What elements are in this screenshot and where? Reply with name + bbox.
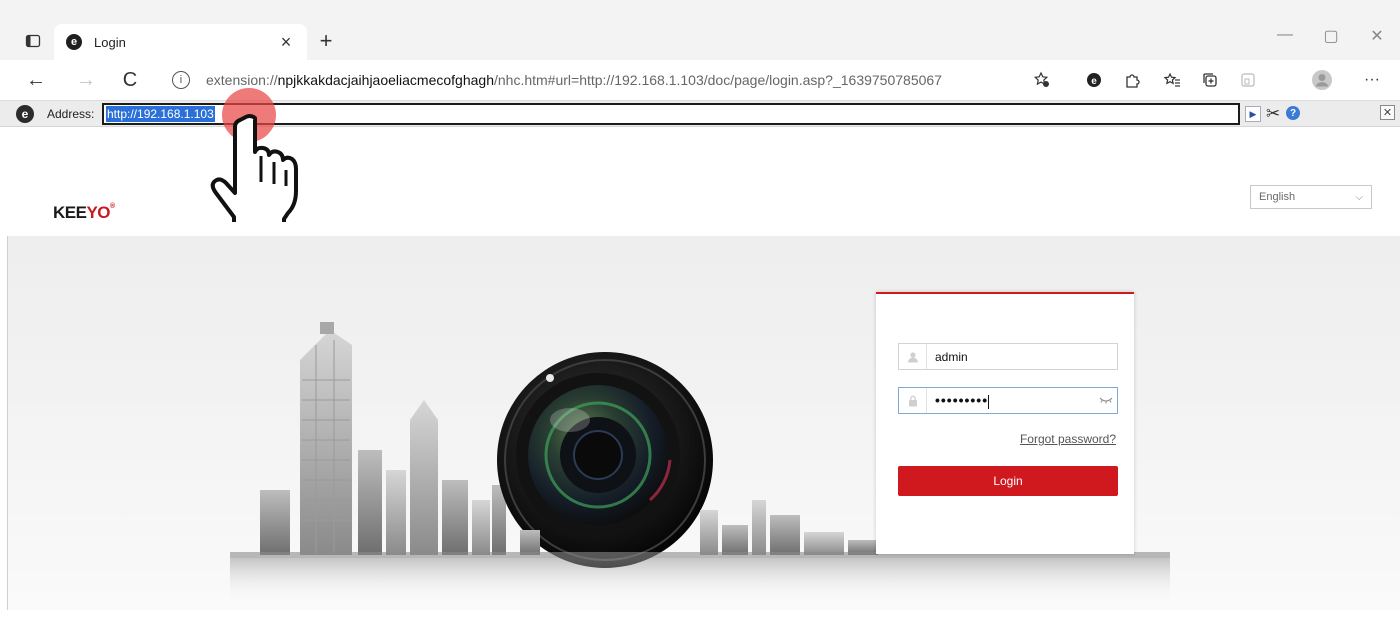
ietab-help-icon[interactable]: ? (1286, 106, 1300, 120)
maximize-button[interactable]: ▢ (1316, 26, 1346, 46)
browser-title-bar: e Login × + — ▢ ✕ (0, 0, 1400, 60)
extensions-icon[interactable] (1120, 68, 1144, 92)
ietab-favicon-icon: e (66, 34, 82, 50)
ietab-address-label: Address: (47, 107, 95, 121)
read-aloud-icon[interactable] (1236, 68, 1260, 92)
forward-button[interactable]: → (72, 66, 100, 94)
more-menu-button[interactable]: ··· (1360, 68, 1384, 92)
site-info-icon[interactable]: i (172, 71, 190, 89)
hand-pointer-icon (210, 114, 298, 222)
show-password-icon[interactable] (1095, 395, 1117, 407)
profile-avatar[interactable] (1310, 68, 1334, 92)
language-select[interactable]: English ⌵ (1250, 185, 1372, 209)
svg-text:e: e (1091, 76, 1097, 87)
password-value[interactable]: ••••••••• (927, 392, 1095, 409)
navigation-bar: ← → C i extension://npjkkakdacjaihjaoeli… (0, 60, 1400, 100)
refresh-button[interactable]: C (116, 66, 144, 94)
forgot-password-link[interactable]: Forgot password? (1020, 432, 1116, 446)
username-value[interactable]: admin (927, 350, 1117, 364)
user-icon (899, 344, 927, 369)
tab-close-icon[interactable]: × (275, 32, 297, 53)
tab-title: Login (94, 34, 126, 50)
favorites-icon[interactable] (1160, 68, 1184, 92)
back-button[interactable]: ← (22, 66, 50, 94)
page-bottom-strip (0, 610, 1400, 619)
ietab-close-button[interactable]: ✕ (1380, 105, 1395, 120)
minimize-button[interactable]: — (1270, 26, 1300, 44)
tab-actions-icon[interactable] (22, 30, 44, 52)
ietab-go-button[interactable]: ▶ (1245, 106, 1261, 122)
address-url[interactable]: extension://npjkkakdacjaihjaoeliacmecofg… (206, 72, 942, 88)
password-field[interactable]: ••••••••• (898, 387, 1118, 414)
close-window-button[interactable]: ✕ (1362, 26, 1392, 46)
login-panel: admin ••••••••• Forgot password? Login (876, 292, 1134, 554)
username-field[interactable]: admin (898, 343, 1118, 370)
ietab-address-value[interactable]: http://192.168.1.103 (106, 106, 215, 122)
login-button[interactable]: Login (898, 466, 1118, 496)
address-bar[interactable]: i extension://npjkkakdacjaihjaoeliacmeco… (160, 64, 1060, 96)
page-left-border (0, 236, 8, 619)
tab-login[interactable]: e Login × (54, 24, 307, 60)
lock-icon (899, 388, 927, 413)
language-selected: English (1259, 191, 1296, 203)
new-tab-button[interactable]: + (314, 28, 338, 54)
ietab-logo-icon: e (16, 105, 34, 123)
chevron-down-icon: ⌵ (1355, 191, 1363, 203)
collections-icon[interactable] (1198, 68, 1222, 92)
favorite-add-icon[interactable] (1030, 68, 1054, 92)
ietab-extension-icon[interactable]: e (1082, 68, 1106, 92)
ietab-tools-icon[interactable]: ✂ (1266, 104, 1280, 124)
brand-logo: KEEYO® (53, 203, 115, 222)
